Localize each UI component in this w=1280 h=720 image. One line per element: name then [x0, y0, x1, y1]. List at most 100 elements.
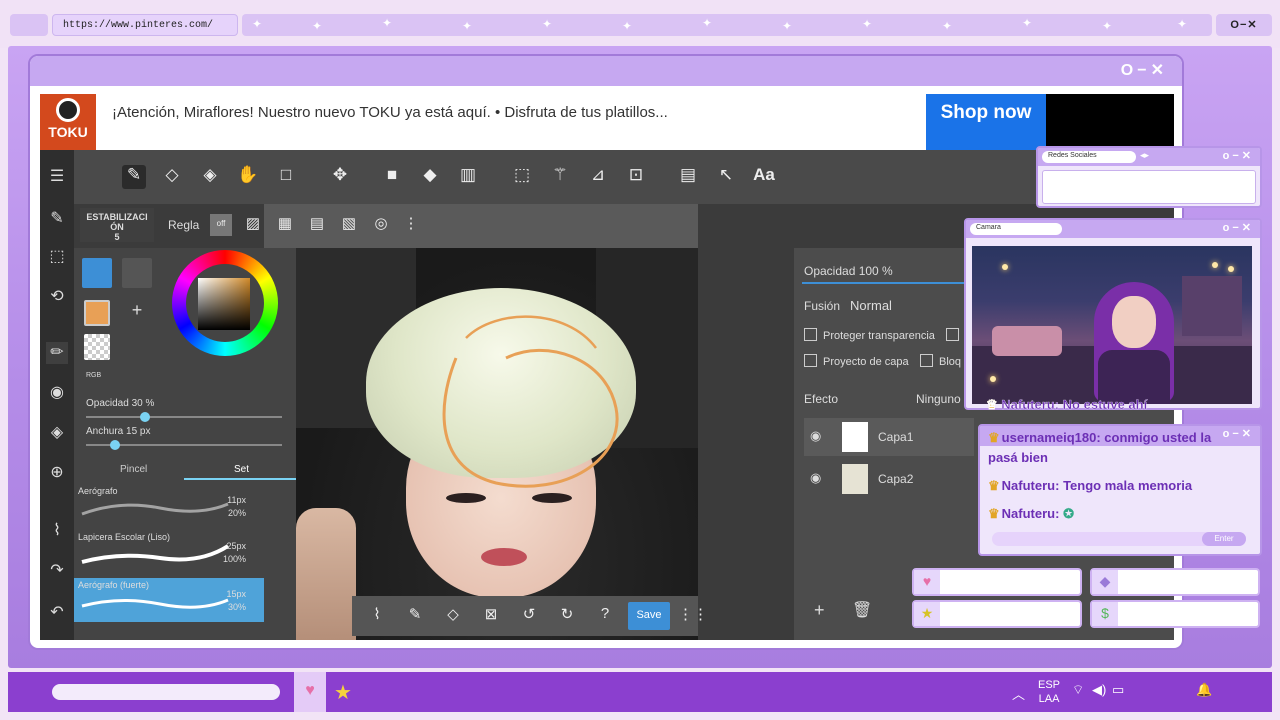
tab-brush[interactable]: Pincel: [120, 464, 147, 475]
brush-opacity: 100%: [222, 554, 246, 564]
visibility-eye-icon[interactable]: ◉: [810, 470, 821, 486]
stabilizer-button[interactable]: ESTABILIZACI ÓN 5: [80, 208, 154, 242]
blur-eraser-icon[interactable]: ◈: [198, 165, 222, 189]
star-icon[interactable]: ★: [334, 680, 352, 705]
pen-icon[interactable]: ✎: [122, 165, 146, 189]
clip-layer-checkbox[interactable]: Proyecto de capa: [804, 354, 909, 368]
lamp-light: [1228, 266, 1234, 272]
select-pen-icon[interactable]: ⊿: [586, 165, 610, 189]
effect-value: Ninguno: [916, 392, 961, 406]
layer-item[interactable]: ◉ Capa1: [804, 418, 974, 456]
layers-icon[interactable]: ◈: [46, 422, 68, 444]
ruler-off-button[interactable]: off: [210, 214, 232, 236]
transparent-color-swatch[interactable]: [84, 334, 110, 360]
select-eraser-icon[interactable]: ⊡: [624, 165, 648, 189]
layer-opacity-slider[interactable]: [802, 282, 966, 284]
palette-grid-icon[interactable]: [122, 258, 152, 288]
width-knob[interactable]: [110, 440, 121, 450]
shop-now-button[interactable]: Shop now: [926, 94, 1046, 150]
social-widget-controls[interactable]: o−✕: [1223, 149, 1254, 162]
url-bar[interactable]: https://www.pinteres.com/: [52, 14, 238, 36]
fill-rect-icon[interactable]: ■: [380, 165, 404, 189]
material-icon[interactable]: ⊕: [46, 462, 68, 484]
current-color-swatch[interactable]: [84, 300, 110, 326]
lock-checkbox[interactable]: Bloq: [920, 354, 961, 368]
add-layer-icon[interactable]: +: [814, 600, 825, 621]
undo-icon[interactable]: ↶: [46, 602, 68, 624]
layer-item[interactable]: ◉ Capa2: [804, 460, 974, 498]
eraser-icon[interactable]: ◇: [442, 605, 464, 627]
move-icon[interactable]: ✥: [328, 165, 352, 189]
tab-set[interactable]: Set: [234, 464, 249, 475]
effect-row[interactable]: Efecto Ninguno: [804, 392, 974, 406]
eyedropper-icon[interactable]: ⌇: [366, 605, 388, 627]
redo-icon[interactable]: ↻: [556, 605, 578, 627]
browser-window-controls[interactable]: O−✕: [1216, 14, 1272, 36]
grid-menu-icon[interactable]: ⋮⋮: [678, 605, 708, 627]
pointer-icon[interactable]: ↖: [714, 165, 738, 189]
color-wheel-mode-icon[interactable]: [82, 258, 112, 288]
more-icon[interactable]: ⋮: [400, 214, 422, 236]
brush-item-selected[interactable]: Aerógrafo (fuerte) 15px 30%: [74, 578, 264, 622]
hand-icon[interactable]: ✋: [236, 165, 260, 189]
palette-icon[interactable]: ◉: [46, 382, 68, 404]
delete-layer-icon[interactable]: 🗑: [852, 600, 872, 620]
heart-icon[interactable]: ♥: [294, 672, 326, 712]
ad-banner[interactable]: TOKU ¡Atención, Miraflores! Nuestro nuev…: [40, 94, 1174, 150]
help-icon[interactable]: ?: [594, 605, 616, 627]
ruler-grid-icon[interactable]: ▦: [274, 214, 296, 236]
select-icon[interactable]: ⬚: [46, 246, 68, 268]
add-color-icon[interactable]: +: [124, 300, 150, 326]
brush-stroke-preview: [81, 544, 230, 564]
pen-tool-icon[interactable]: ✏: [46, 342, 68, 364]
marquee-icon[interactable]: ⬚: [510, 165, 534, 189]
eyedropper-icon[interactable]: ⌇: [46, 520, 68, 542]
brush-item[interactable]: Aerógrafo 11px 20%: [74, 484, 264, 528]
chat-enter-button[interactable]: Enter: [1202, 532, 1246, 546]
rectangle-icon[interactable]: □: [274, 165, 298, 189]
pen-icon[interactable]: ✎: [404, 605, 426, 627]
nav-arrows-icon[interactable]: ◂▸: [1140, 150, 1149, 161]
text-tool-icon[interactable]: Aa: [752, 165, 776, 189]
ruler-diagonal-icon[interactable]: ▧: [338, 214, 360, 236]
main-window-controls[interactable]: O−✕: [1121, 60, 1168, 80]
undo-icon[interactable]: ↺: [518, 605, 540, 627]
ruler-concentric-icon[interactable]: ◎: [370, 214, 392, 236]
edit-icon[interactable]: ✎: [46, 208, 68, 230]
protect-transparency-checkbox[interactable]: Proteger transparencia: [804, 328, 935, 342]
social-widget: Redes Sociales ◂▸ o−✕: [1036, 146, 1262, 208]
chat-user: Nafuteru: [1001, 506, 1056, 521]
browser-menu-button[interactable]: [10, 14, 48, 36]
gradient-icon[interactable]: ▥: [456, 165, 480, 189]
extra-checkbox[interactable]: [946, 328, 965, 342]
volume-icon[interactable]: ◀): [1092, 682, 1106, 698]
brush-opacity: 30%: [227, 602, 246, 612]
opacity-knob[interactable]: [139, 412, 150, 422]
wifi-icon[interactable]: ⌔: [1072, 682, 1084, 698]
drawing-canvas[interactable]: [296, 248, 698, 640]
language-indicator[interactable]: ESP LAA: [1038, 678, 1060, 706]
rotate-icon[interactable]: ⟲: [46, 286, 68, 308]
saturation-square[interactable]: [198, 278, 250, 330]
bucket-icon[interactable]: ◆: [418, 165, 442, 189]
panel-icon[interactable]: ▤: [676, 165, 700, 189]
battery-icon[interactable]: ▭: [1112, 682, 1124, 698]
eraser-icon[interactable]: ◇: [160, 165, 184, 189]
camera-widget-controls[interactable]: o−✕: [1223, 221, 1254, 234]
magic-wand-icon[interactable]: ⚚: [548, 165, 572, 189]
menu-icon[interactable]: ☰: [46, 166, 68, 188]
taskbar-search[interactable]: [52, 684, 280, 700]
ruler-parallel-icon[interactable]: ▨: [242, 214, 264, 236]
chevron-up-icon[interactable]: ︿: [1012, 684, 1025, 703]
notification-bell-icon[interactable]: 🔔: [1196, 682, 1212, 698]
redo-icon[interactable]: ↷: [46, 560, 68, 582]
ruler-lines-icon[interactable]: ▤: [306, 214, 328, 236]
opacity-slider[interactable]: [86, 416, 282, 418]
photo-hand: [296, 508, 356, 640]
save-button[interactable]: Save: [628, 602, 670, 630]
crown-icon: ♛: [988, 506, 1000, 521]
blend-mode-row[interactable]: Fusión Normal: [804, 298, 892, 313]
visibility-eye-icon[interactable]: ◉: [810, 428, 821, 444]
brush-item[interactable]: Lapicera Escolar (Liso) 25px 100%: [74, 530, 264, 574]
deselect-icon[interactable]: ⊠: [480, 605, 502, 627]
